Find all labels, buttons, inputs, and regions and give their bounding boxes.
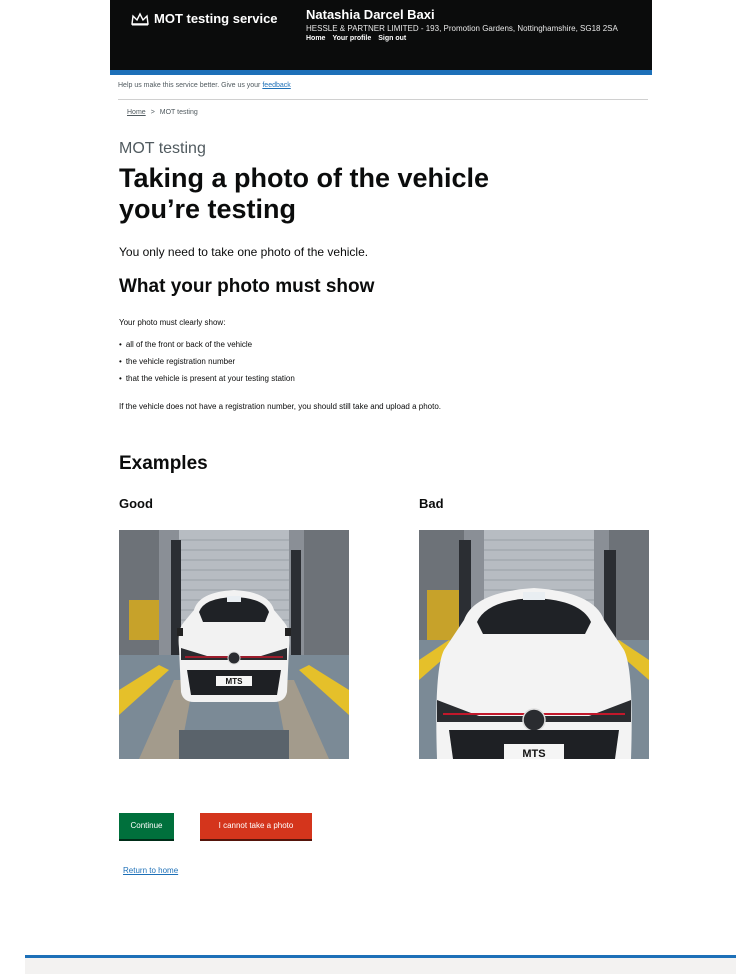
divider: [118, 99, 648, 100]
feedback-text: Help us make this service better. Give u…: [118, 82, 261, 89]
lead-paragraph: You only need to take one photo of the v…: [119, 245, 369, 259]
page-title: Taking a photo of the vehicle you’re tes…: [119, 163, 490, 224]
list-item: the vehicle registration number: [119, 357, 295, 374]
section-heading: What your photo must show: [119, 276, 375, 297]
good-example-photo: MTS: [119, 530, 349, 759]
no-registration-note: If the vehicle does not have a registrat…: [119, 402, 441, 411]
feedback-link[interactable]: feedback: [262, 82, 290, 89]
breadcrumb-current: MOT testing: [159, 109, 198, 116]
bad-example-label: Bad: [419, 496, 444, 511]
examples-heading: Examples: [119, 453, 208, 474]
nav-sign-out-link[interactable]: Sign out: [378, 35, 406, 42]
header-accent-bar: [110, 70, 652, 75]
continue-button[interactable]: Continue: [119, 813, 174, 839]
user-nav: Home Your profile Sign out: [306, 35, 646, 42]
return-to-home-link[interactable]: Return to home: [123, 866, 178, 875]
good-example-plate-text: MTS: [226, 677, 244, 686]
bad-example-plate-text: MTS: [522, 748, 545, 759]
service-brand[interactable]: MOT testing service: [130, 11, 278, 26]
breadcrumb-home-link[interactable]: Home: [127, 109, 146, 116]
good-example-label: Good: [119, 496, 153, 511]
feedback-banner: Help us make this service better. Give u…: [118, 82, 648, 89]
intro-text: Your photo must clearly show:: [119, 318, 226, 327]
breadcrumb-separator: >: [150, 109, 155, 116]
page-footer: [25, 958, 736, 974]
user-name: Natashia Darcel Baxi: [306, 7, 435, 22]
breadcrumb: Home > MOT testing: [127, 109, 198, 116]
nav-home-link[interactable]: Home: [306, 35, 325, 42]
crown-icon: [131, 11, 149, 25]
bad-example-photo: MTS: [419, 530, 649, 759]
nav-profile-link[interactable]: Your profile: [332, 35, 371, 42]
service-name: MOT testing service: [154, 11, 278, 26]
list-item: that the vehicle is present at your test…: [119, 374, 295, 391]
requirements-list: all of the front or back of the vehicle …: [119, 340, 295, 391]
user-panel: Natashia Darcel Baxi HESSLE & PARTNER LI…: [306, 7, 646, 42]
cannot-take-photo-button[interactable]: I cannot take a photo: [200, 813, 312, 839]
site-header: MOT testing service Natashia Darcel Baxi…: [110, 0, 652, 70]
list-item: all of the front or back of the vehicle: [119, 340, 295, 357]
user-address: HESSLE & PARTNER LIMITED - 193, Promotio…: [306, 24, 618, 33]
page-caption: MOT testing: [119, 140, 206, 157]
